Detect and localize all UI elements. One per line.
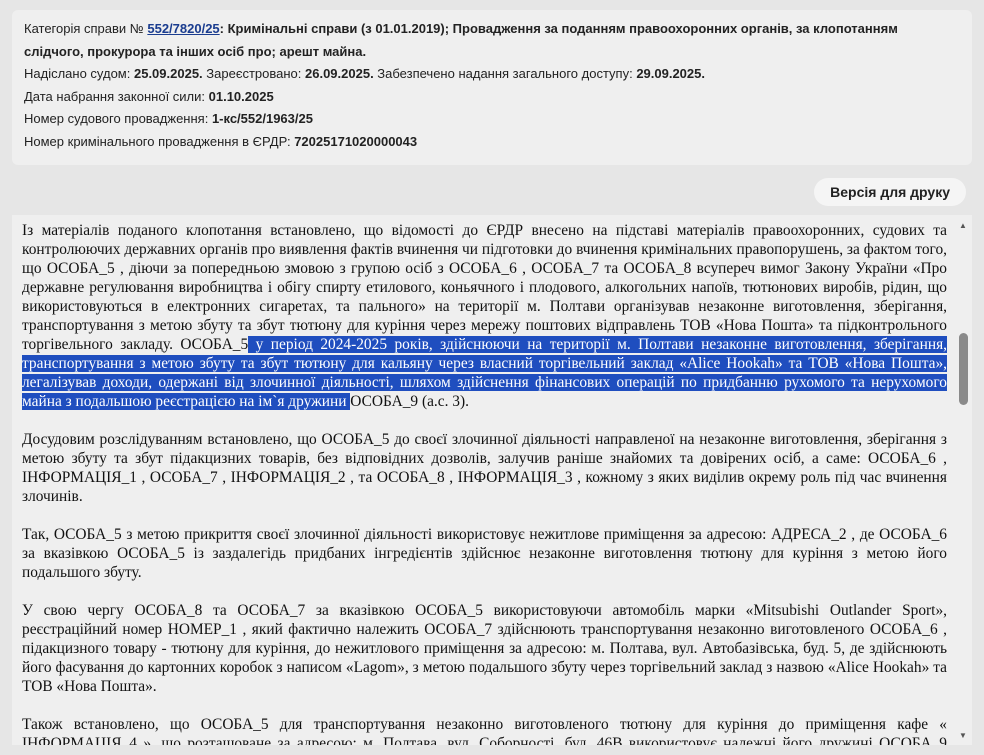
case-metadata-panel: Категорія справи № 552/7820/25: Кримінал… <box>12 10 972 165</box>
scrollbar-thumb[interactable] <box>959 333 968 405</box>
case-number-link[interactable]: 552/7820/25 <box>147 21 219 36</box>
sent-label: Надіслано судом: <box>24 66 134 81</box>
vertical-scrollbar[interactable]: ▲ ▼ <box>957 215 969 745</box>
category-prefix: Категорія справи № <box>24 21 148 36</box>
erdr-label: Номер кримінального провадження в ЄРДР: <box>24 133 295 149</box>
scroll-up-arrow-icon[interactable]: ▲ <box>957 219 969 233</box>
registered-label: Зареєстровано: <box>202 66 305 81</box>
paragraph-1-start: Із матеріалів поданого клопотання встано… <box>22 222 947 353</box>
paragraph-1-end: ОСОБА_9 (а.с. 3). <box>350 393 469 410</box>
effective-date: 01.10.2025 <box>208 88 274 104</box>
sent-date: 25.09.2025. <box>133 66 203 81</box>
paragraph-4: У свою чергу ОСОБА_8 та ОСОБА_7 за вказі… <box>22 602 947 695</box>
paragraph-5: Також встановлено, що ОСОБА_5 для трансп… <box>22 716 947 745</box>
document-frame[interactable]: Із матеріалів поданого клопотання встано… <box>12 215 972 745</box>
scroll-down-arrow-icon[interactable]: ▼ <box>957 729 969 743</box>
effective-label: Дата набрання законної сили: <box>24 88 209 104</box>
registered-date: 26.09.2025. <box>305 66 374 81</box>
proceeding-value: 1-кс/552/1963/25 <box>211 111 313 126</box>
access-date: 29.09.2025. <box>636 66 705 81</box>
dates-line: Надіслано судом: 25.09.2025. Зареєстрова… <box>24 63 960 86</box>
erdr-number-line: Номер кримінального провадження в ЄРДР: … <box>24 131 960 154</box>
effective-date-line: Дата набрання законної сили: 01.10.2025 <box>24 86 960 109</box>
print-version-button[interactable]: Версія для друку <box>814 178 966 206</box>
proceeding-label: Номер судового провадження: <box>24 111 212 126</box>
access-label: Забезпечено надання загального доступу: <box>373 66 637 81</box>
print-toolbar: Версія для друку <box>12 170 972 212</box>
paragraph-1: Із матеріалів поданого клопотання встано… <box>22 221 947 411</box>
paragraph-3: Так, ОСОБА_5 з метою прикриття своєї зло… <box>22 526 947 581</box>
document-text: Із матеріалів поданого клопотання встано… <box>22 221 947 745</box>
case-category-line: Категорія справи № 552/7820/25: Кримінал… <box>24 18 960 63</box>
proceeding-number-line: Номер судового провадження: 1-кс/552/196… <box>24 108 960 131</box>
paragraph-2: Досудовим розслідуванням встановлено, що… <box>22 431 947 505</box>
erdr-value: 72025171020000043 <box>294 133 418 149</box>
